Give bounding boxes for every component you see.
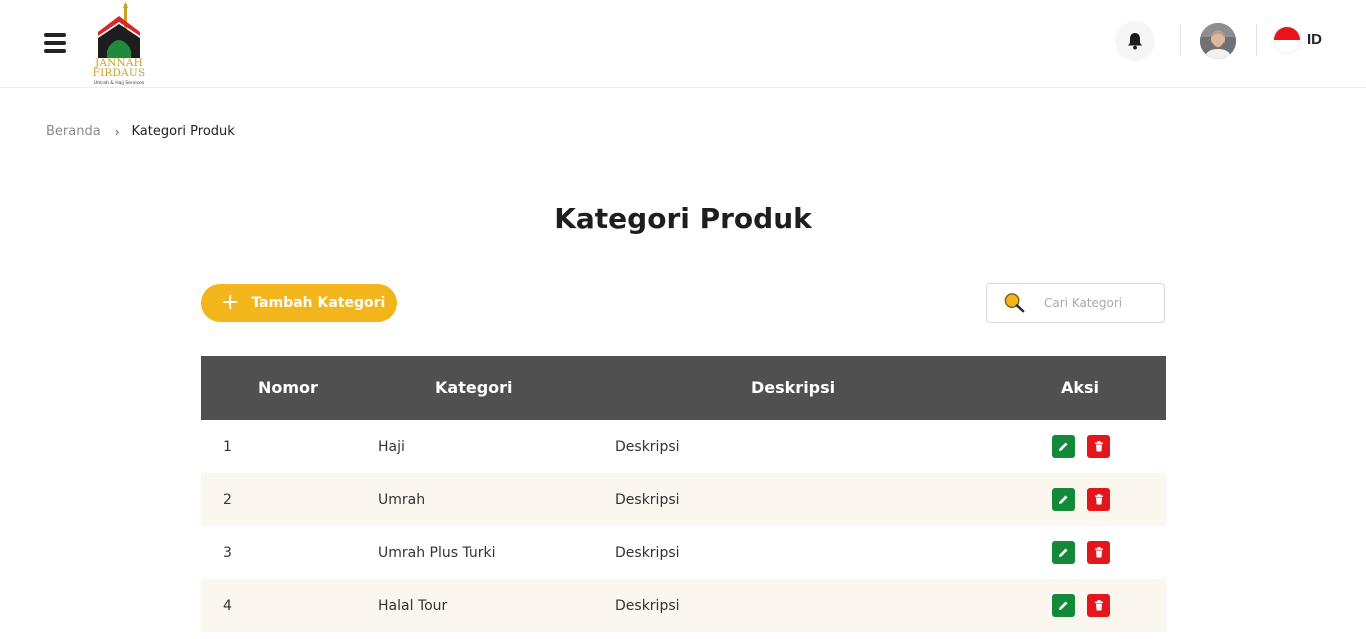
cell-kategori: Haji <box>378 439 405 455</box>
brand-name: JANNAH FIRDAUS <box>92 57 146 79</box>
trash-icon <box>1094 494 1103 505</box>
plus-icon: + <box>221 290 240 315</box>
avatar[interactable] <box>1200 23 1236 59</box>
column-header-aksi: Aksi <box>1061 378 1100 397</box>
cell-deskripsi: Deskripsi <box>615 492 680 508</box>
cell-kategori: Halal Tour <box>378 598 448 614</box>
table-row: 3 Umrah Plus Turki Deskripsi <box>201 526 1166 579</box>
flag-id-icon[interactable] <box>1274 27 1300 53</box>
table-row: 2 Umrah Deskripsi <box>201 473 1166 526</box>
trash-icon <box>1094 441 1103 452</box>
search-icon <box>1004 293 1025 313</box>
cell-nomor: 3 <box>223 545 232 561</box>
breadcrumb: Beranda › Kategori Produk <box>46 124 235 139</box>
add-category-button[interactable]: + Tambah Kategori <box>201 284 397 322</box>
divider <box>1180 24 1181 56</box>
chevron-right-icon: › <box>114 124 120 139</box>
breadcrumb-home-link[interactable]: Beranda <box>46 124 101 139</box>
edit-button[interactable] <box>1052 435 1075 458</box>
breadcrumb-current: Kategori Produk <box>131 124 235 139</box>
cell-deskripsi: Deskripsi <box>615 545 680 561</box>
cell-nomor: 2 <box>223 492 232 508</box>
edit-icon <box>1059 601 1068 610</box>
trash-icon <box>1094 547 1103 558</box>
delete-button[interactable] <box>1087 488 1110 511</box>
page-title: Kategori Produk <box>554 202 812 235</box>
table-header: Nomor Kategori Deskripsi Aksi <box>201 356 1166 420</box>
column-header-kategori: Kategori <box>435 378 513 397</box>
edit-icon <box>1059 442 1068 451</box>
brand-tagline: Umrah & Hajj Services <box>93 81 145 86</box>
edit-icon <box>1059 548 1068 557</box>
divider <box>1256 24 1257 56</box>
language-selector[interactable]: ID <box>1307 31 1322 48</box>
cell-kategori: Umrah Plus Turki <box>378 545 496 561</box>
edit-button[interactable] <box>1052 541 1075 564</box>
table-row: 4 Halal Tour Deskripsi <box>201 579 1166 632</box>
delete-button[interactable] <box>1087 594 1110 617</box>
add-category-label: Tambah Kategori <box>251 295 386 311</box>
edit-button[interactable] <box>1052 594 1075 617</box>
user-photo-icon <box>1200 23 1236 59</box>
menu-icon[interactable] <box>44 33 66 53</box>
notification-button[interactable] <box>1115 21 1155 61</box>
top-bar: JANNAH FIRDAUS Umrah & Hajj Services ID <box>0 0 1366 88</box>
search-box[interactable] <box>986 283 1165 323</box>
brand-logo[interactable]: JANNAH FIRDAUS Umrah & Hajj Services <box>86 2 152 88</box>
cell-nomor: 4 <box>223 598 232 614</box>
cell-kategori: Umrah <box>378 492 426 508</box>
mosque-logo-icon <box>98 2 140 58</box>
table-row: 1 Haji Deskripsi <box>201 420 1166 473</box>
bell-icon <box>1128 33 1142 50</box>
search-input[interactable] <box>1044 296 1164 310</box>
cell-nomor: 1 <box>223 439 232 455</box>
category-table: Nomor Kategori Deskripsi Aksi 1 Haji Des… <box>201 356 1166 632</box>
edit-icon <box>1059 495 1068 504</box>
column-header-deskripsi: Deskripsi <box>751 378 836 397</box>
edit-button[interactable] <box>1052 488 1075 511</box>
cell-deskripsi: Deskripsi <box>615 439 680 455</box>
delete-button[interactable] <box>1087 541 1110 564</box>
column-header-nomor: Nomor <box>258 378 318 397</box>
cell-deskripsi: Deskripsi <box>615 598 680 614</box>
delete-button[interactable] <box>1087 435 1110 458</box>
trash-icon <box>1094 600 1103 611</box>
